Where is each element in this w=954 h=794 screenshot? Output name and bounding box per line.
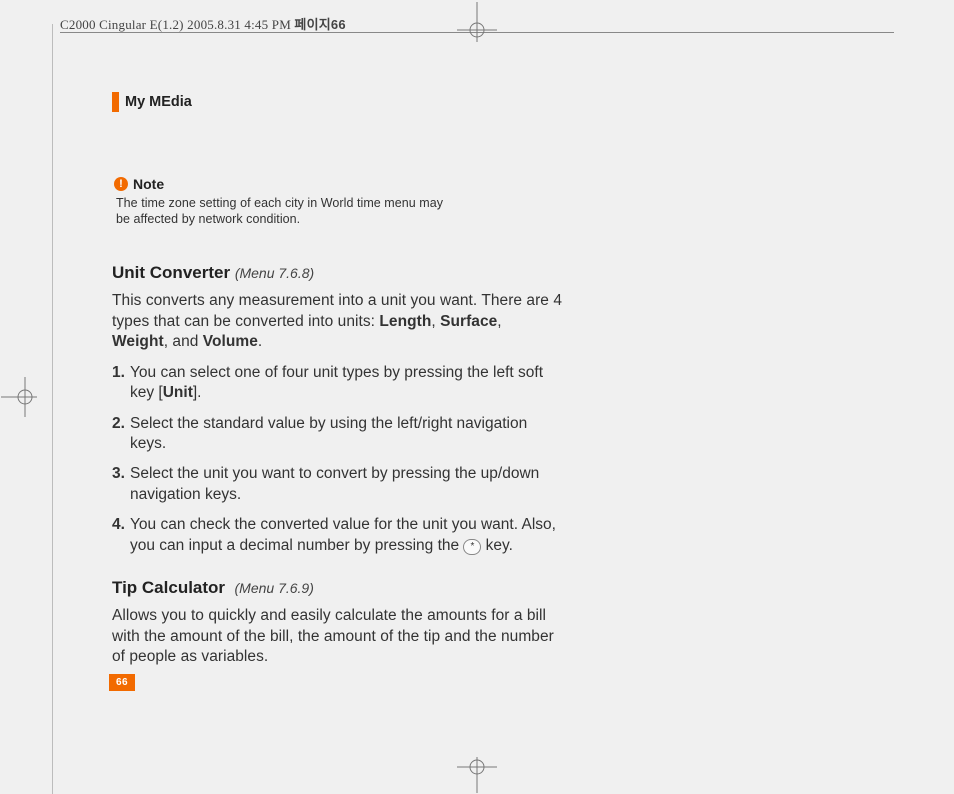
sep2: ,	[497, 313, 501, 330]
unit-converter-title: Unit Converter	[112, 263, 230, 282]
tip-calculator-title: Tip Calculator	[112, 578, 225, 597]
header-korean-word: 페이지	[294, 17, 330, 32]
type-length: Length	[379, 313, 431, 330]
type-volume: Volume	[203, 333, 258, 350]
unit-converter-steps: 1. You can select one of four unit types…	[112, 363, 562, 557]
unit-converter-heading: Unit Converter (Menu 7.6.8)	[112, 263, 562, 283]
note-alert-icon: !	[114, 177, 128, 191]
step-number: 4.	[112, 515, 125, 535]
registration-mark-top-icon	[457, 2, 497, 42]
list-item: 2. Select the standard value by using th…	[112, 414, 562, 455]
unit-converter-menuref: (Menu 7.6.8)	[235, 265, 314, 281]
step-bold: Unit	[163, 384, 193, 401]
step-text-post: key.	[481, 537, 513, 554]
star-key-icon: *	[463, 539, 481, 555]
step-number: 3.	[112, 464, 125, 484]
sep1: ,	[431, 313, 440, 330]
header-file-label: C2000 Cingular E(1.2) 2005.8.31 4:45 PM …	[60, 17, 346, 32]
list-item: 1. You can select one of four unit types…	[112, 363, 562, 404]
note-head: ! Note	[114, 176, 562, 192]
registration-mark-left-icon	[1, 377, 37, 417]
tip-calculator-body: Allows you to quickly and easily calcula…	[112, 606, 562, 667]
step-text-pre: Select the standard value by using the l…	[130, 415, 527, 452]
page-number: 66	[109, 674, 135, 691]
sep3: , and	[164, 333, 203, 350]
intro-suffix: .	[258, 333, 262, 350]
section-tab-icon	[112, 92, 119, 112]
step-text-pre: Select the unit you want to convert by p…	[130, 465, 539, 502]
unit-converter-intro: This converts any measurement into a uni…	[112, 291, 562, 352]
list-item: 3. Select the unit you want to convert b…	[112, 464, 562, 505]
section-title-row: My MEdia	[112, 92, 562, 112]
tip-calculator-heading: Tip Calculator (Menu 7.6.9)	[112, 578, 562, 598]
header-page-in-header: 66	[331, 17, 346, 32]
note-label: Note	[133, 176, 164, 192]
page-content: My MEdia ! Note The time zone setting of…	[112, 92, 562, 678]
note-block: ! Note The time zone setting of each cit…	[112, 176, 562, 227]
step-number: 2.	[112, 414, 125, 434]
step-text-post: ].	[193, 384, 202, 401]
page-fold-line	[52, 24, 53, 794]
type-weight: Weight	[112, 333, 164, 350]
note-body: The time zone setting of each city in Wo…	[116, 196, 456, 227]
header-file-text: C2000 Cingular E(1.2) 2005.8.31 4:45 PM	[60, 17, 291, 32]
section-title: My MEdia	[125, 94, 192, 110]
tip-calculator-menuref: (Menu 7.6.9)	[235, 580, 314, 596]
list-item: 4. You can check the converted value for…	[112, 515, 562, 556]
step-number: 1.	[112, 363, 125, 383]
type-surface: Surface	[440, 313, 497, 330]
registration-mark-bottom-icon	[457, 757, 497, 793]
